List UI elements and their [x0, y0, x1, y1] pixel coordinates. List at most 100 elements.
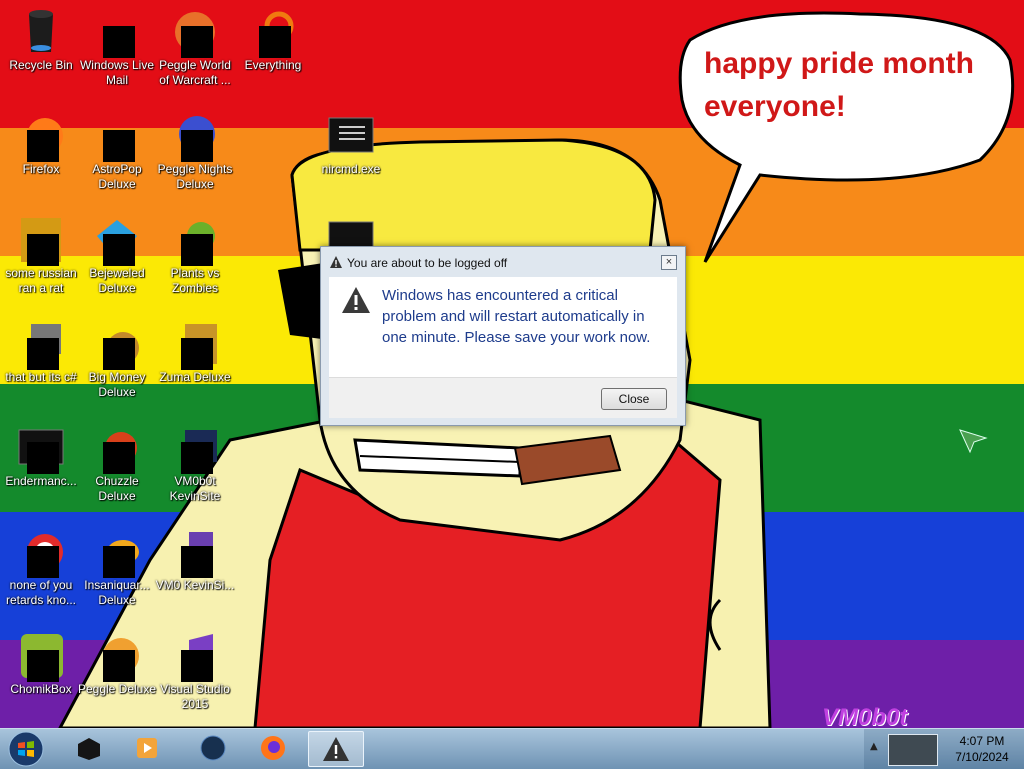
show-hidden-icons-arrow[interactable]: ▲	[870, 741, 878, 752]
desktop-icon-firefox[interactable]: Firefox	[0, 108, 82, 204]
desktop-icon-zuma-deluxe[interactable]: Zuma Deluxe	[154, 316, 236, 412]
taskbar-firefox[interactable]	[246, 731, 300, 765]
icon-label: Plants vs Zombies	[170, 266, 220, 295]
chuzzle-icon	[93, 424, 141, 474]
desktop-icon-peggle-deluxe[interactable]: Peggle Deluxe	[76, 628, 158, 724]
tray-app-icon[interactable]	[888, 734, 938, 766]
speech-bubble-text: happy pride month everyone!	[704, 47, 974, 123]
browser-icon	[17, 528, 65, 578]
clock-date: 7/10/2024	[955, 750, 1009, 764]
gem-icon	[93, 216, 141, 266]
warning-icon	[342, 287, 370, 313]
plant-icon	[171, 216, 219, 266]
icon-label: Chuzzle Deluxe	[95, 474, 139, 503]
icon-label: ChomikBox	[10, 682, 72, 696]
desktop-icon-nircmd[interactable]: nircmd.exe	[310, 108, 392, 204]
taskbar-logoff-warning[interactable]	[308, 731, 364, 767]
fish-icon	[93, 528, 141, 578]
icon-label: Everything	[244, 58, 302, 72]
desktop-icon-chuzzle-deluxe[interactable]: Chuzzle Deluxe	[76, 420, 158, 516]
taskbar-media-player[interactable]	[120, 731, 174, 765]
firefox-icon	[261, 736, 285, 760]
icon-label: VM0 KevinSi...	[155, 578, 235, 592]
icon-label: Visual Studio 2015	[160, 682, 230, 711]
desktop-icon-bejeweled-deluxe[interactable]: Bejeweled Deluxe	[76, 212, 158, 308]
website-icon	[171, 424, 219, 474]
system-tray: ▲ 4:07 PM 7/10/2024	[864, 729, 1024, 769]
dialog-title: You are about to be logged off	[347, 256, 508, 270]
desktop-icon-windows-live-mail[interactable]: Windows Live Mail	[76, 4, 158, 100]
warning-icon	[323, 737, 349, 761]
peggle-icon	[171, 8, 219, 58]
icon-label: Bejeweled Deluxe	[89, 266, 145, 295]
desktop-icon-astropop-deluxe[interactable]: AstroPop Deluxe	[76, 108, 158, 204]
icon-label: none of you retards kno...	[5, 578, 77, 607]
desktop-icon-big-money-deluxe[interactable]: Big Money Deluxe	[76, 316, 158, 412]
desktop[interactable]: happy pride month everyone! VM0b0t Recyc…	[0, 0, 1024, 728]
dialog-close-x-button[interactable]: ×	[661, 255, 677, 270]
start-orb-button[interactable]	[6, 730, 46, 768]
mail-icon	[93, 8, 141, 58]
zuma-idol-icon	[171, 320, 219, 370]
peggle-icon	[93, 632, 141, 682]
money-bag-icon	[93, 320, 141, 370]
icon-label: Zuma Deluxe	[159, 370, 231, 384]
warning-icon	[330, 256, 342, 268]
desktop-icon-endermanch[interactable]: Endermanc...	[0, 420, 82, 516]
desktop-icon-vm0-kevinsi[interactable]: VM0 KevinSi...	[154, 524, 236, 620]
icon-label: AstroPop Deluxe	[92, 162, 142, 191]
desktop-icon-recycle-bin[interactable]: Recycle Bin	[0, 4, 82, 100]
dialog-title-bar[interactable]: You are about to be logged off	[329, 255, 507, 273]
console-app-icon	[327, 112, 375, 160]
icon-label: nircmd.exe	[321, 162, 381, 176]
desktop-icon-chomikbox[interactable]: ChomikBox	[0, 628, 82, 724]
mouse-cursor	[959, 429, 988, 454]
desktop-icon-peggle-world-of-warcraft[interactable]: Peggle World of Warcraft ...	[154, 4, 236, 100]
icon-label: some russian ran a rat	[5, 266, 77, 295]
globe-icon	[200, 735, 226, 761]
close-button[interactable]: Close	[601, 388, 667, 410]
desktop-icon-visual-studio-2015[interactable]: Visual Studio 2015	[154, 628, 236, 724]
dialog-message: Windows has encountered a critical probl…	[382, 287, 651, 346]
desktop-icon-plants-vs-zombies[interactable]: Plants vs Zombies	[154, 212, 236, 308]
taskbar-globe[interactable]	[186, 731, 240, 765]
desktop-icon-none-of-you[interactable]: none of you retards kno...	[0, 524, 82, 620]
console-app-icon	[17, 424, 65, 474]
icon-label: Recycle Bin	[9, 58, 73, 72]
logoff-warning-dialog: You are about to be logged off × Windows…	[320, 246, 686, 426]
icon-label: Big Money Deluxe	[88, 370, 146, 399]
desktop-icon-peggle-nights-deluxe[interactable]: Peggle Nights Deluxe	[154, 108, 236, 204]
desktop-icon-everything[interactable]: Everything	[232, 4, 314, 100]
icon-label: Peggle World of Warcraft ...	[159, 58, 231, 87]
chomikbox-icon	[17, 632, 65, 682]
desktop-icon-insaniquarium-deluxe[interactable]: Insaniquar... Deluxe	[76, 524, 158, 620]
desktop-icon-some-russian[interactable]: some russian ran a rat	[0, 212, 82, 308]
icon-label: Firefox	[22, 162, 60, 176]
icon-label: VM0b0t KevinSite	[169, 474, 221, 503]
desktop-icon-console-app[interactable]	[310, 212, 392, 257]
taskbar-terminal[interactable]	[62, 731, 116, 765]
icon-label: Peggle Deluxe	[77, 682, 157, 696]
icon-label: Insaniquar... Deluxe	[84, 578, 150, 607]
shortcut-icon	[17, 320, 65, 370]
file-icon	[17, 216, 65, 266]
desktop-icon-vm0b0t-kevinsite[interactable]: VM0b0t KevinSite	[154, 420, 236, 516]
firefox-icon	[17, 112, 65, 162]
wallpaper-watermark: VM0b0t	[822, 704, 908, 728]
document-icon	[171, 528, 219, 578]
clock[interactable]: 4:07 PM 7/10/2024	[942, 733, 1022, 765]
terminal-icon	[78, 738, 100, 760]
media-player-icon	[137, 738, 157, 758]
icon-label: Peggle Nights Deluxe	[157, 162, 233, 191]
icon-label: that but its c#	[5, 370, 77, 384]
visual-studio-icon	[171, 632, 219, 682]
dialog-body: Windows has encountered a critical probl…	[329, 277, 677, 377]
icon-label: Windows Live Mail	[79, 58, 155, 87]
clock-time: 4:07 PM	[959, 734, 1005, 748]
icon-label: Endermanc...	[5, 474, 77, 488]
desktop-icon-that-but-its-csharp[interactable]: that but its c#	[0, 316, 82, 412]
recycle-bin-icon	[17, 8, 65, 56]
everything-search-icon	[249, 8, 297, 58]
peggle-nights-icon	[171, 112, 219, 162]
astropop-icon	[93, 112, 141, 162]
